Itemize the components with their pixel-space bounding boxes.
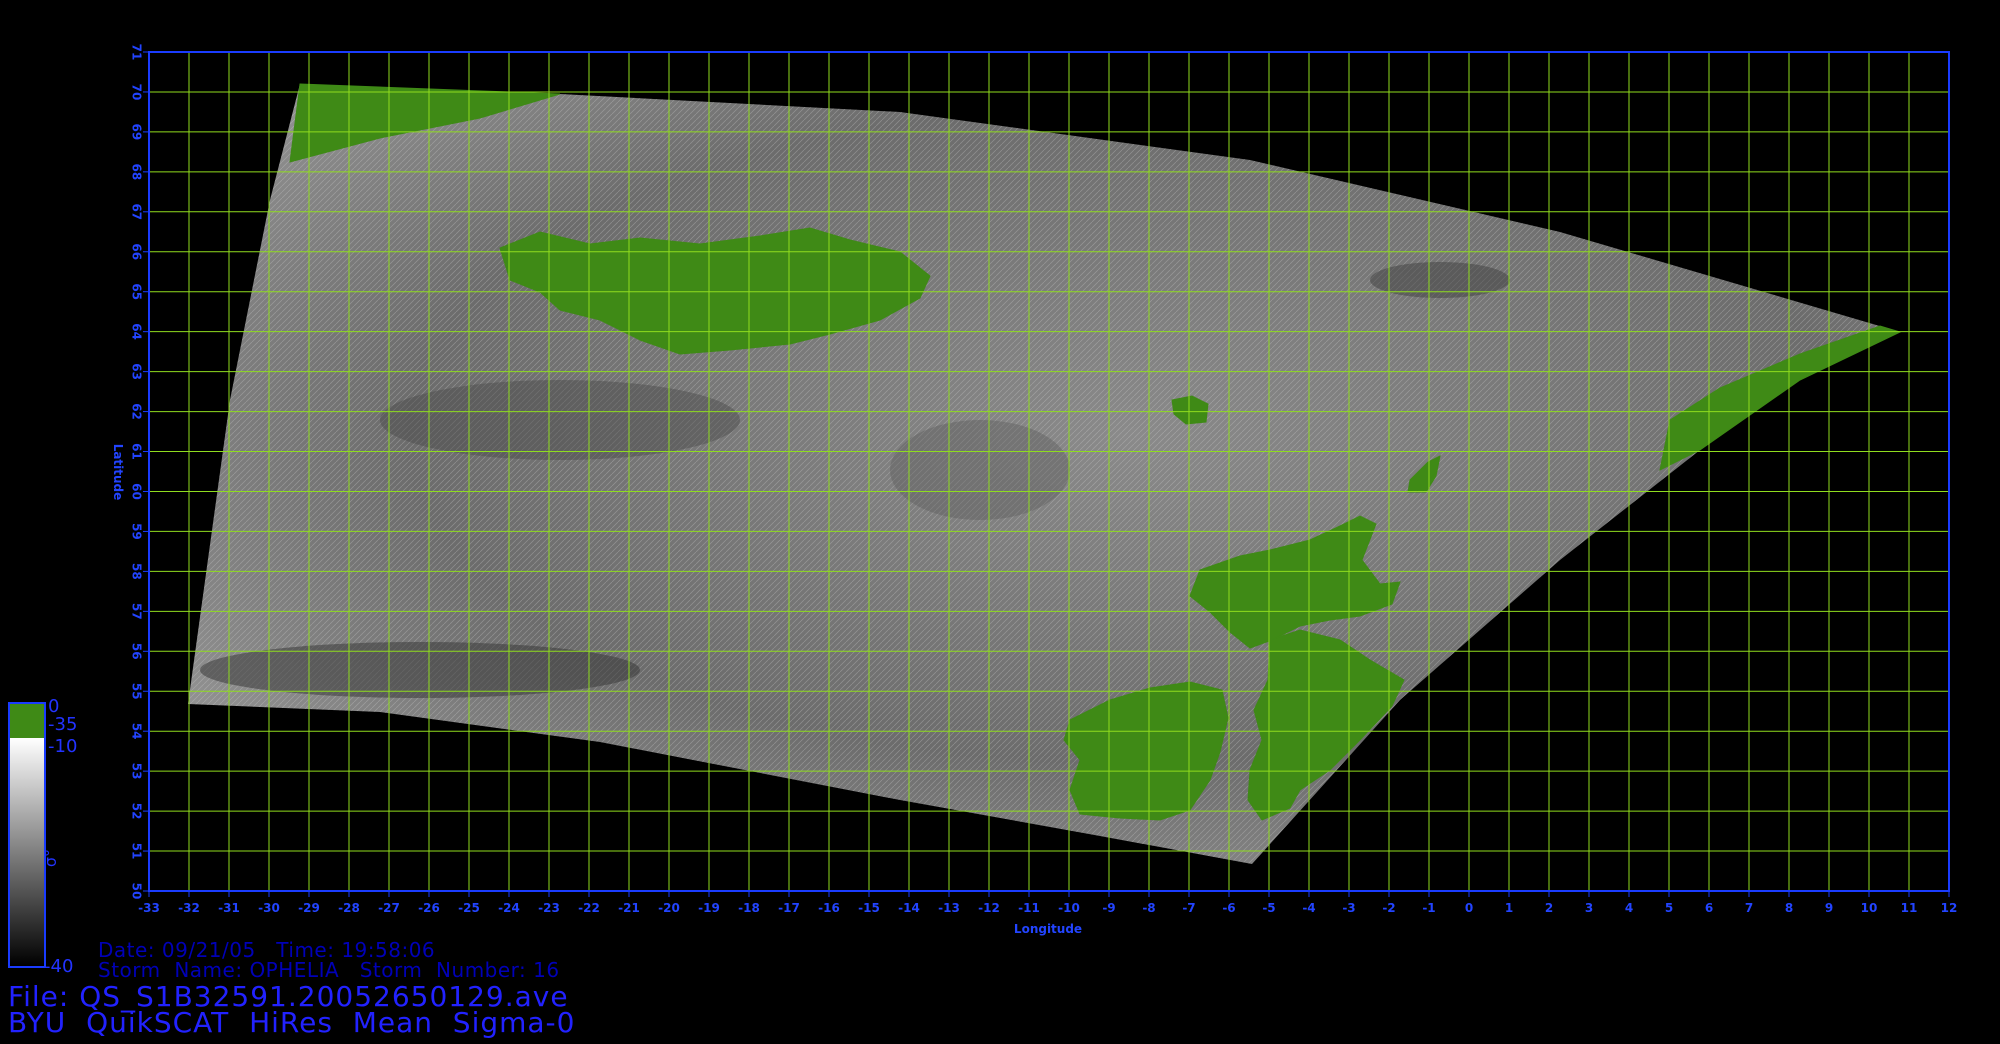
lon-tick-label: 1 xyxy=(1505,901,1513,915)
lon-tick-label: -6 xyxy=(1222,901,1235,915)
lat-tick-label: 70 xyxy=(130,84,144,101)
lon-tick-label: -16 xyxy=(818,901,840,915)
lat-tick-label: 64 xyxy=(130,323,144,340)
lon-tick-label: 0 xyxy=(1465,901,1473,915)
lon-tick-label: -11 xyxy=(1018,901,1040,915)
low-backscatter-band xyxy=(200,642,640,698)
lon-tick-label: 11 xyxy=(1901,901,1918,915)
lat-tick-label: 66 xyxy=(130,243,144,260)
lat-tick-label: 59 xyxy=(130,523,144,540)
lat-tick-label: 57 xyxy=(130,603,144,620)
lon-tick-label: 12 xyxy=(1941,901,1958,915)
colorbar-symbol: σ° xyxy=(41,849,60,867)
lon-tick-label: 4 xyxy=(1625,901,1633,915)
lon-tick-label: -9 xyxy=(1102,901,1115,915)
lon-tick-label: -23 xyxy=(538,901,560,915)
lat-tick-label: 63 xyxy=(130,363,144,380)
lat-tick-label: 60 xyxy=(130,483,144,500)
lat-tick-label: 50 xyxy=(130,883,144,900)
lon-tick-label: -18 xyxy=(738,901,760,915)
lon-tick-label: -8 xyxy=(1142,901,1155,915)
longitude-tick-labels: -33 -32 -31 -30 -29 -28 -27 -26 -25 -24 -23 -22 -21-… xyxy=(138,891,1957,915)
lon-tick-label: -14 xyxy=(898,901,920,915)
lon-tick-label: -10 xyxy=(1058,901,1080,915)
lon-tick-label: -13 xyxy=(938,901,960,915)
lon-tick-label: -32 xyxy=(178,901,200,915)
lon-tick-label: -29 xyxy=(298,901,320,915)
lon-tick-label: -24 xyxy=(498,901,520,915)
lat-tick-label: 52 xyxy=(130,803,144,820)
lon-tick-label: -27 xyxy=(378,901,400,915)
colorbar-label-mid: -10 xyxy=(48,736,77,757)
lat-tick-label: 58 xyxy=(130,563,144,580)
lat-tick-label: 56 xyxy=(130,643,144,660)
colorbar-land-swatch xyxy=(10,704,44,738)
lon-tick-label: -25 xyxy=(458,901,480,915)
lat-tick-label: 51 xyxy=(130,843,144,860)
colorbar-label-land: -35 xyxy=(48,714,77,735)
lat-tick-label: 55 xyxy=(130,683,144,700)
lat-tick-label: 62 xyxy=(130,403,144,420)
lon-tick-label: -26 xyxy=(418,901,440,915)
colorbar-label-bottom: -40 xyxy=(44,956,73,977)
low-backscatter-patch xyxy=(380,380,740,460)
colorbar-gradient xyxy=(10,738,44,966)
lon-tick-label: 9 xyxy=(1825,901,1833,915)
sigma0-colorbar: 0 -35 -10 σ° -40 xyxy=(8,696,77,977)
product-title-line: BYU QuikSCAT HiRes Mean Sigma-0 xyxy=(8,1006,576,1039)
low-backscatter-patch xyxy=(1370,262,1510,298)
lon-tick-label: -31 xyxy=(218,901,240,915)
map-canvas: -33 -32 -31 -30 -29 -28 -27 -26 -25 -24 -23 -22 -21-… xyxy=(8,44,1957,977)
lon-tick-label: 6 xyxy=(1705,901,1713,915)
lon-tick-label: -1 xyxy=(1422,901,1435,915)
lat-tick-label: 67 xyxy=(130,203,144,220)
lon-tick-label: -28 xyxy=(338,901,360,915)
lon-tick-label: -15 xyxy=(858,901,880,915)
lon-tick-label: -30 xyxy=(258,901,280,915)
lat-tick-label: 68 xyxy=(130,164,144,181)
lon-tick-label: 3 xyxy=(1585,901,1593,915)
lon-tick-label: -21 xyxy=(618,901,640,915)
low-backscatter-patch xyxy=(890,420,1070,520)
y-axis-label: Latitude xyxy=(111,444,125,501)
latitude-tick-labels: 50 51 52 53 54 55 56 57 58 59 60 61 62 63 64 65 66 67 68 69… xyxy=(130,44,149,900)
lon-tick-label: -19 xyxy=(698,901,720,915)
lon-tick-label: -4 xyxy=(1302,901,1315,915)
lat-tick-label: 53 xyxy=(130,763,144,780)
satellite-swath xyxy=(188,84,1900,864)
storm-info-line: Storm Name: OPHELIA Storm Number: 16 xyxy=(98,958,560,982)
lon-tick-label: -20 xyxy=(658,901,680,915)
lon-tick-label: 5 xyxy=(1665,901,1673,915)
lat-tick-label: 54 xyxy=(130,723,144,740)
lon-tick-label: -33 xyxy=(138,901,160,915)
lon-tick-label: -2 xyxy=(1382,901,1395,915)
x-axis-label: Longitude xyxy=(1014,922,1082,936)
lon-tick-label: 2 xyxy=(1545,901,1553,915)
lon-tick-label: -3 xyxy=(1342,901,1355,915)
lon-tick-label: -7 xyxy=(1182,901,1195,915)
lon-tick-label: -22 xyxy=(578,901,600,915)
lon-tick-label: -17 xyxy=(778,901,800,915)
lat-tick-label: 69 xyxy=(130,124,144,141)
lon-tick-label: 8 xyxy=(1785,901,1793,915)
map-viewer: -33 -32 -31 -30 -29 -28 -27 -26 -25 -24 -23 -22 -21-… xyxy=(0,0,2000,1040)
lat-tick-label: 65 xyxy=(130,283,144,300)
lat-tick-label: 71 xyxy=(130,44,144,61)
lon-tick-label: 7 xyxy=(1745,901,1753,915)
lon-tick-label: 10 xyxy=(1861,901,1878,915)
lon-tick-label: -12 xyxy=(978,901,1000,915)
lat-tick-label: 61 xyxy=(130,443,144,460)
lon-tick-label: -5 xyxy=(1262,901,1275,915)
